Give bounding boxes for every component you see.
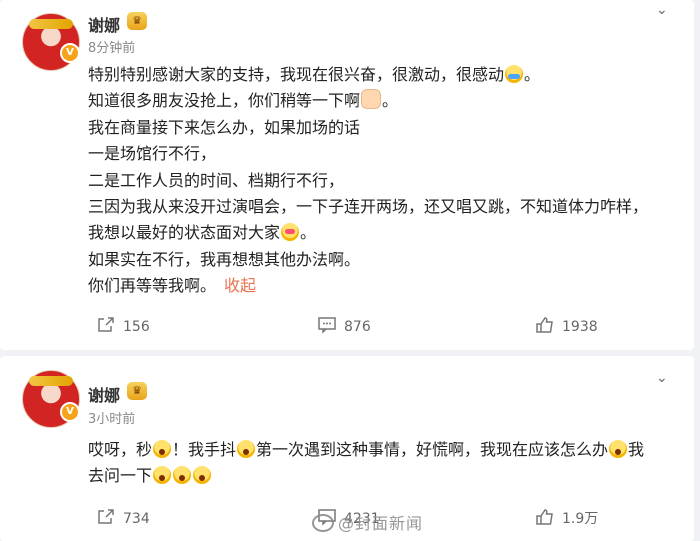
like-button[interactable]: 1.9万 [536, 504, 598, 534]
repost-count: 156 [123, 319, 150, 335]
comment-button[interactable]: 876 [318, 312, 371, 342]
scream-emoji-icon [153, 466, 172, 485]
text-line: 特别特别感谢大家的支持，我现在很兴奋，很激动，很感动。 [88, 65, 541, 84]
text-line: 你们再等等我啊。 收起 [88, 276, 257, 296]
chevron-down-icon[interactable]: ⌄ [656, 370, 668, 386]
post-text: 哎呀，秒 ！我手抖 第一次遇到这种事情，好慌啊，我现在应该怎么办我 去问一下 [88, 437, 678, 490]
scream-emoji-icon [237, 440, 256, 458]
comment-icon [318, 317, 336, 333]
vip-crown-icon: ♛ [127, 382, 147, 400]
username[interactable]: 谢娜 [88, 382, 120, 406]
avatar-ornament [29, 376, 73, 386]
post-time[interactable]: 8分钟前 [88, 37, 135, 56]
text-line: 一是场馆行不行， [88, 144, 217, 164]
post-time[interactable]: 3小时前 [88, 408, 135, 427]
repost-icon [98, 317, 114, 332]
text-line: 哎呀，秒 ！我手抖 第一次遇到这种事情，好慌啊，我现在应该怎么办我 [88, 440, 645, 459]
action-bar: 156 876 1938 [0, 312, 694, 342]
text-line: 三因为我从来没开过演唱会，一下子连开两场，还又唱又跳，不知道体力咋样， [88, 196, 649, 216]
weibo-logo-icon [312, 514, 334, 532]
collapse-link[interactable]: 收起 [224, 276, 256, 295]
repost-icon [98, 509, 114, 524]
text-line: 如果实在不行，我再想想其他办法啊。 [88, 249, 361, 269]
comment-count: 876 [344, 319, 371, 335]
heart-eyes-emoji-icon [281, 223, 300, 242]
thumbs-up-icon [536, 317, 553, 333]
chevron-down-icon[interactable]: ⌄ [656, 2, 668, 18]
scream-emoji-icon [193, 466, 212, 485]
text-line: 二是工作人员的时间、档期行不行， [88, 170, 345, 190]
avatar-ornament [29, 19, 73, 29]
crying-emoji-icon [505, 65, 524, 83]
text-line: 我在商量接下来怎么办，如果加场的话 [88, 117, 361, 137]
verified-badge-icon: V [60, 43, 80, 63]
verified-badge-icon: V [60, 402, 80, 422]
like-count: 1938 [562, 319, 598, 335]
like-count: 1.9万 [562, 511, 599, 527]
like-button[interactable]: 1938 [536, 312, 598, 342]
repost-button[interactable]: 734 [97, 504, 150, 534]
username[interactable]: 谢娜 [88, 12, 120, 36]
thumbs-up-icon [536, 509, 553, 525]
scream-emoji-icon [173, 466, 192, 485]
text-line: 去问一下 [88, 463, 678, 489]
fist-emoji-icon [361, 89, 382, 110]
scream-emoji-icon [153, 440, 172, 458]
post-text: 特别特别感谢大家的支持，我现在很兴奋，很激动，很感动。 知道很多朋友没抢上，你们… [88, 62, 678, 300]
repost-button[interactable]: 156 [97, 312, 150, 342]
repost-count: 734 [123, 511, 150, 527]
vip-crown-icon: ♛ [127, 12, 147, 30]
text-line: 知道很多朋友没抢上，你们稍等一下啊。 [88, 89, 399, 111]
text-line: 我想以最好的状态面对大家。 [88, 223, 317, 243]
watermark: @封面新闻 [312, 510, 423, 534]
weibo-post-card: V 谢娜 ♛ 8分钟前 ⌄ 特别特别感谢大家的支持，我现在很兴奋，很激动，很感动… [0, 0, 694, 350]
scream-emoji-icon [609, 440, 628, 458]
